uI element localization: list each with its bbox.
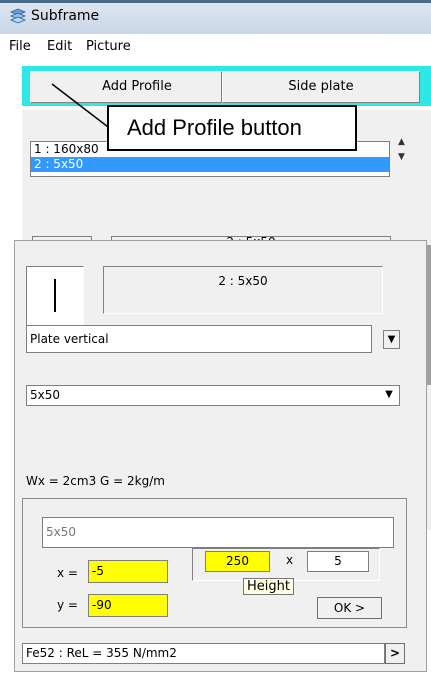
add-profile-button[interactable]: Add Profile	[30, 71, 222, 103]
scroll-down-icon[interactable]: ▼	[398, 152, 405, 162]
x-label: x =	[57, 566, 78, 580]
chevron-down-icon[interactable]: ▼	[383, 330, 400, 349]
material-field[interactable]: Fe52 : ReL = 355 N/mm2	[22, 643, 385, 664]
height-tooltip: Height	[243, 578, 294, 595]
list-item-selected[interactable]: 2 : 5x50	[31, 157, 389, 172]
thickness-input[interactable]: 5	[307, 551, 369, 572]
window-title: Subframe	[31, 8, 100, 24]
profile-label: 2 : 5x50	[218, 274, 268, 288]
profile-preview	[26, 266, 84, 326]
callout-label: Add Profile button	[107, 105, 357, 151]
profile-label-box: 2 : 5x50	[103, 266, 383, 314]
add-profile-label: Add Profile	[102, 79, 172, 94]
arrow-right-icon[interactable]: >	[385, 643, 405, 664]
x-offset-input[interactable]: -5	[88, 560, 168, 583]
menu-file[interactable]: File	[9, 39, 31, 54]
y-offset-input[interactable]: -90	[88, 594, 168, 617]
subframe-app-icon	[9, 8, 27, 24]
chevron-down-icon[interactable]: ▼	[380, 387, 398, 404]
back-window-edge	[427, 245, 431, 385]
times-label: x	[286, 553, 294, 567]
scroll-up-icon[interactable]: ▲	[398, 137, 405, 147]
side-plate-button[interactable]: Side plate	[222, 71, 420, 103]
height-input[interactable]: 250	[205, 551, 270, 572]
orientation-field[interactable]: Plate vertical	[26, 325, 372, 353]
section-select[interactable]: 5x50	[26, 385, 400, 406]
section-properties: Wx = 2cm3 G = 2kg/m	[26, 474, 165, 488]
menu-picture[interactable]: Picture	[86, 39, 131, 54]
menu-edit[interactable]: Edit	[47, 39, 72, 54]
plate-vertical-icon	[54, 279, 56, 312]
ok-button[interactable]: OK >	[317, 597, 382, 619]
window-border	[0, 0, 431, 3]
profile-name-input[interactable]: 5x50	[42, 517, 394, 548]
y-label: y =	[57, 598, 78, 612]
